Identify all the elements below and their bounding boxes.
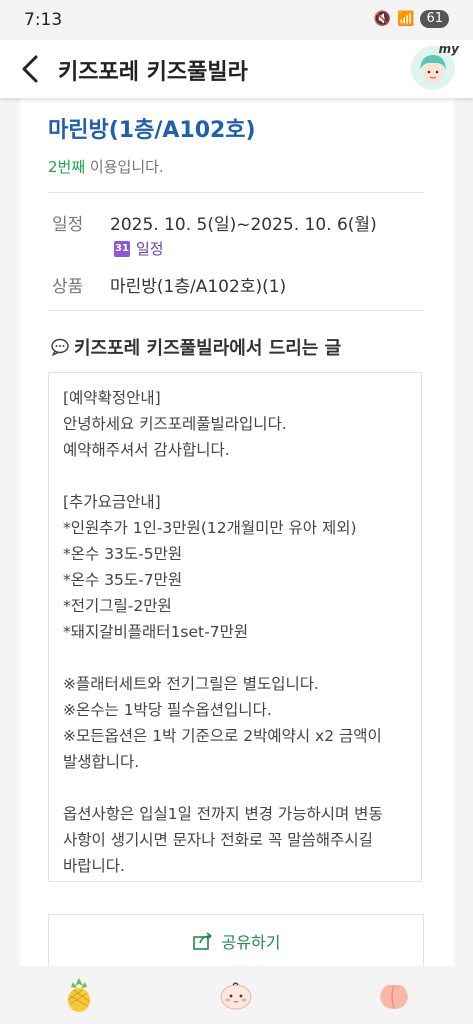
share-button[interactable]: 공유하기	[48, 914, 424, 966]
share-button-label: 공유하기	[221, 933, 281, 952]
mute-icon: 🔇	[373, 11, 392, 27]
message-heading-text: 키즈포레 키즈풀빌라에서 드리는 글	[74, 338, 342, 359]
status-bar: 7:13 🔇 📶 61	[0, 0, 473, 40]
nav-pineapple[interactable]	[49, 973, 109, 1017]
divider	[48, 310, 424, 311]
schedule-value: 2025. 10. 5(일)~2025. 10. 6(월)	[110, 215, 377, 235]
nav-peach[interactable]	[364, 973, 424, 1017]
pineapple-icon	[67, 978, 91, 1012]
app-header: 키즈포레 키즈풀빌라 my	[0, 40, 473, 98]
share-icon	[192, 932, 212, 950]
peach-icon	[380, 984, 409, 1009]
product-label: 상품	[52, 277, 84, 297]
message-heading: 키즈포레 키즈풀빌라에서 드리는 글	[50, 334, 341, 360]
product-value: 마린방(1층/A102호)(1)	[110, 277, 287, 297]
nav-baby[interactable]	[206, 973, 266, 1017]
speech-bubble-icon	[51, 338, 69, 356]
page-title: 키즈포레 키즈풀빌라	[58, 60, 248, 85]
visit-count: 2번째 이용입니다.	[48, 156, 164, 177]
back-button[interactable]	[16, 52, 46, 86]
wifi-icon: 📶	[397, 11, 415, 27]
message-box: [예약확정안내] 안녕하세요 키즈포레풀빌라입니다. 예약해주셔서 감사합니다.…	[48, 372, 422, 882]
bottom-nav	[0, 966, 473, 1024]
calendar-icon: 31	[114, 240, 130, 257]
divider	[48, 192, 424, 193]
status-icons: 🔇 📶 61	[374, 10, 449, 28]
avatar[interactable]: my	[411, 42, 459, 90]
status-time: 7:13	[24, 10, 63, 30]
battery-icon: 61	[420, 10, 449, 28]
visit-count-suffix: 이용입니다.	[85, 158, 164, 176]
schedule-label: 일정	[52, 215, 84, 235]
baby-face-icon	[220, 982, 252, 1010]
chevron-left-icon	[22, 55, 38, 83]
room-title: 마린방(1층/A102호)	[48, 118, 256, 143]
avatar-badge: my	[438, 42, 459, 56]
calendar-link[interactable]: 31 일정	[114, 238, 164, 259]
message-body: [예약확정안내] 안녕하세요 키즈포레풀빌라입니다. 예약해주셔서 감사합니다.…	[63, 389, 383, 875]
calendar-link-label: 일정	[136, 240, 164, 258]
booking-detail: 마린방(1층/A102호) 2번째 이용입니다. 일정 2025. 10. 5(…	[20, 98, 454, 966]
visit-count-number: 2번째	[48, 158, 86, 176]
